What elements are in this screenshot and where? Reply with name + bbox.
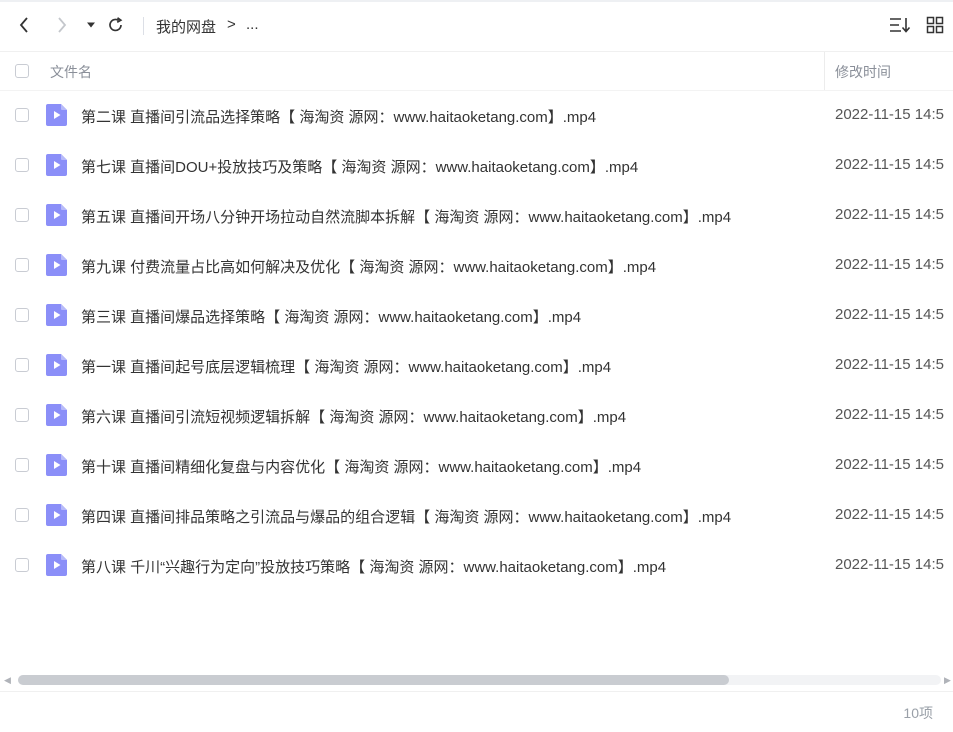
item-count: 10项 <box>903 705 933 721</box>
video-file-icon <box>46 304 67 326</box>
file-modified-time: 2022-11-15 14:5 <box>835 306 944 323</box>
breadcrumb-more[interactable]: ... <box>246 16 259 33</box>
video-file-icon <box>46 504 67 526</box>
row-checkbox[interactable] <box>15 258 29 272</box>
file-row[interactable]: 第三课 直播间爆品选择策略【 海淘资 源网：www.haitaoketang.c… <box>0 290 953 340</box>
video-file-icon <box>46 104 67 126</box>
grid-view-button[interactable] <box>924 14 946 36</box>
breadcrumb-root[interactable]: 我的网盘 <box>156 16 216 37</box>
select-all-checkbox[interactable] <box>15 64 29 78</box>
file-row[interactable]: 第二课 直播间引流品选择策略【 海淘资 源网：www.haitaoketang.… <box>0 90 953 140</box>
horizontal-scrollbar[interactable]: ◀ ▶ <box>0 672 953 688</box>
file-row[interactable]: 第六课 直播间引流短视频逻辑拆解【 海淘资 源网：www.haitaoketan… <box>0 390 953 440</box>
file-name[interactable]: 第九课 付费流量占比高如何解决及优化【 海淘资 源网：www.haitaoket… <box>81 256 656 277</box>
file-list-header: 文件名 修改时间 <box>0 51 953 91</box>
file-modified-time: 2022-11-15 14:5 <box>835 406 944 423</box>
row-checkbox[interactable] <box>15 408 29 422</box>
file-modified-time: 2022-11-15 14:5 <box>835 106 944 123</box>
video-file-icon <box>46 354 67 376</box>
file-name[interactable]: 第八课 千川“兴趣行为定向”投放技巧策略【 海淘资 源网：www.haitaok… <box>81 556 666 577</box>
file-name[interactable]: 第五课 直播间开场八分钟开场拉动自然流脚本拆解【 海淘资 源网：www.hait… <box>81 206 731 227</box>
row-checkbox[interactable] <box>15 558 29 572</box>
forward-arrow-icon <box>58 17 67 33</box>
file-modified-time: 2022-11-15 14:5 <box>835 156 944 173</box>
sort-icon <box>890 18 911 33</box>
file-name[interactable]: 第三课 直播间爆品选择策略【 海淘资 源网：www.haitaoketang.c… <box>81 306 581 327</box>
sort-button[interactable] <box>889 14 911 36</box>
file-row[interactable]: 第四课 直播间排品策略之引流品与爆品的组合逻辑【 海淘资 源网：www.hait… <box>0 490 953 540</box>
scroll-left-arrow-icon[interactable]: ◀ <box>4 674 12 686</box>
toolbar: 我的网盘 > ... <box>0 2 953 51</box>
row-checkbox[interactable] <box>15 508 29 522</box>
footer-divider <box>0 691 953 692</box>
file-modified-time: 2022-11-15 14:5 <box>835 256 944 273</box>
row-checkbox[interactable] <box>15 458 29 472</box>
column-divider[interactable] <box>824 52 825 90</box>
file-modified-time: 2022-11-15 14:5 <box>835 356 944 373</box>
scrollbar-thumb[interactable] <box>18 675 729 685</box>
file-modified-time: 2022-11-15 14:5 <box>835 506 944 523</box>
video-file-icon <box>46 254 67 276</box>
file-modified-time: 2022-11-15 14:5 <box>835 206 944 223</box>
row-checkbox[interactable] <box>15 158 29 172</box>
column-header-modified-time[interactable]: 修改时间 <box>835 62 891 82</box>
column-header-name[interactable]: 文件名 <box>50 62 92 82</box>
video-file-icon <box>46 154 67 176</box>
row-checkbox[interactable] <box>15 308 29 322</box>
breadcrumb-separator: > <box>227 16 236 33</box>
back-button[interactable] <box>13 14 35 36</box>
file-row[interactable]: 第八课 千川“兴趣行为定向”投放技巧策略【 海淘资 源网：www.haitaok… <box>0 540 953 590</box>
file-row[interactable]: 第十课 直播间精细化复盘与内容优化【 海淘资 源网：www.haitaoketa… <box>0 440 953 490</box>
dropdown-caret-icon <box>87 22 95 28</box>
file-modified-time: 2022-11-15 14:5 <box>835 556 944 573</box>
file-name[interactable]: 第七课 直播间DOU+投放技巧及策略【 海淘资 源网：www.haitaoket… <box>81 156 638 177</box>
file-name[interactable]: 第四课 直播间排品策略之引流品与爆品的组合逻辑【 海淘资 源网：www.hait… <box>81 506 731 527</box>
file-name[interactable]: 第二课 直播间引流品选择策略【 海淘资 源网：www.haitaoketang.… <box>81 106 596 127</box>
forward-button[interactable] <box>51 14 73 36</box>
file-name[interactable]: 第十课 直播间精细化复盘与内容优化【 海淘资 源网：www.haitaoketa… <box>81 456 641 477</box>
grid-view-icon <box>926 16 944 34</box>
file-modified-time: 2022-11-15 14:5 <box>835 456 944 473</box>
scroll-right-arrow-icon[interactable]: ▶ <box>944 674 952 686</box>
file-row[interactable]: 第九课 付费流量占比高如何解决及优化【 海淘资 源网：www.haitaoket… <box>0 240 953 290</box>
toolbar-separator <box>143 17 144 35</box>
refresh-icon <box>109 17 123 32</box>
refresh-button[interactable] <box>105 14 127 36</box>
row-checkbox[interactable] <box>15 108 29 122</box>
video-file-icon <box>46 204 67 226</box>
video-file-icon <box>46 404 67 426</box>
file-name[interactable]: 第一课 直播间起号底层逻辑梳理【 海淘资 源网：www.haitaoketang… <box>81 356 611 377</box>
video-file-icon <box>46 454 67 476</box>
file-name[interactable]: 第六课 直播间引流短视频逻辑拆解【 海淘资 源网：www.haitaoketan… <box>81 406 626 427</box>
back-arrow-icon <box>19 17 28 33</box>
history-dropdown-button[interactable] <box>80 14 102 36</box>
file-row[interactable]: 第五课 直播间开场八分钟开场拉动自然流脚本拆解【 海淘资 源网：www.hait… <box>0 190 953 240</box>
video-file-icon <box>46 554 67 576</box>
row-checkbox[interactable] <box>15 358 29 372</box>
file-row[interactable]: 第七课 直播间DOU+投放技巧及策略【 海淘资 源网：www.haitaoket… <box>0 140 953 190</box>
row-checkbox[interactable] <box>15 208 29 222</box>
file-row[interactable]: 第一课 直播间起号底层逻辑梳理【 海淘资 源网：www.haitaoketang… <box>0 340 953 390</box>
